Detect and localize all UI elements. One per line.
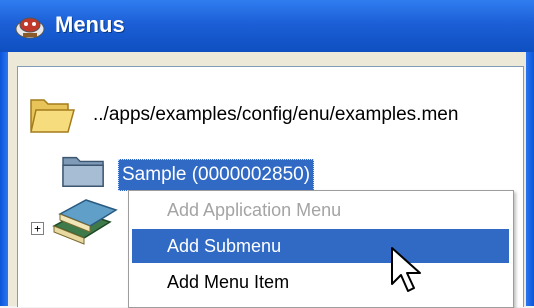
menus-window: Menus ../apps/examples/config/enu/exampl… bbox=[0, 0, 534, 308]
tree-root-label[interactable]: ../apps/examples/config/enu/examples.men bbox=[93, 104, 458, 126]
window-frame-left bbox=[0, 52, 8, 306]
menu-item-add-submenu[interactable]: Add Submenu bbox=[132, 229, 509, 263]
menus-app-icon bbox=[15, 17, 45, 39]
folder-open-icon[interactable] bbox=[28, 92, 76, 136]
title-bar[interactable]: Menus bbox=[0, 0, 534, 53]
folder-closed-icon[interactable] bbox=[60, 150, 108, 192]
arrow-cursor-icon bbox=[391, 247, 421, 292]
window-title: Menus bbox=[55, 12, 125, 37]
window-frame-right bbox=[526, 52, 534, 306]
context-menu: Add Application Menu Add Submenu Add Men… bbox=[128, 190, 514, 308]
menu-item-add-application-menu[interactable]: Add Application Menu bbox=[132, 193, 509, 227]
tree-expand-toggle[interactable]: + bbox=[31, 222, 44, 235]
tree-child-label-selected[interactable]: Sample (0000002850) bbox=[118, 159, 315, 191]
books-icon[interactable] bbox=[50, 196, 130, 246]
menu-item-add-menu-item[interactable]: Add Menu Item bbox=[132, 265, 509, 299]
